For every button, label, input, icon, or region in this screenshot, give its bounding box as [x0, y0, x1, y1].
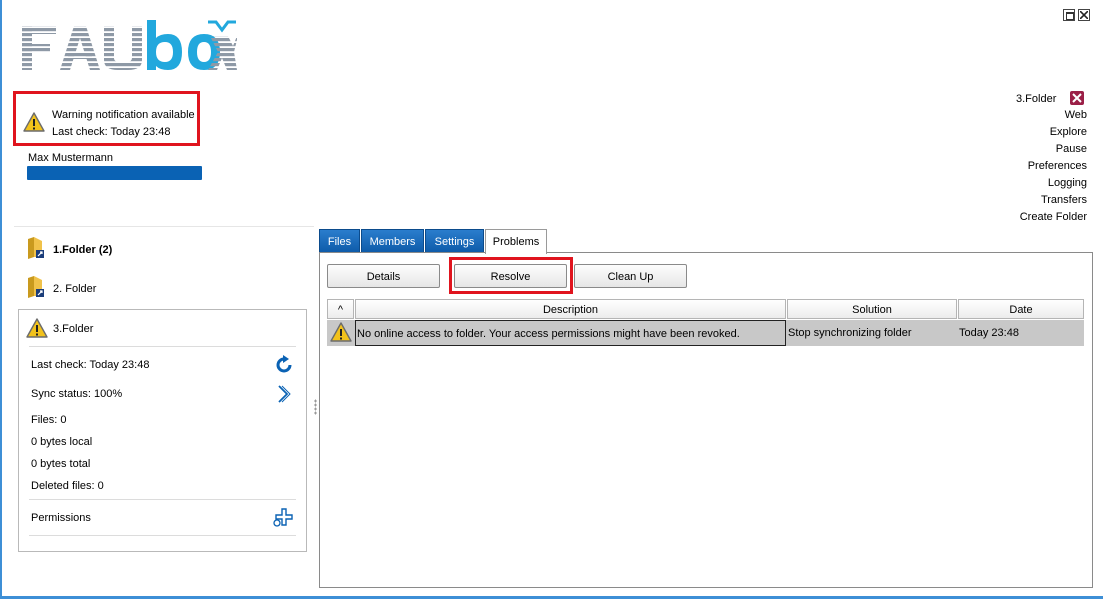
chevron-right-icon[interactable] [277, 385, 291, 403]
menu-item-explore[interactable]: Explore [1050, 126, 1087, 138]
column-header-description[interactable]: Description [355, 299, 786, 319]
tab-problems[interactable]: Problems [485, 229, 547, 254]
problem-description-cell[interactable]: No online access to folder. Your access … [355, 320, 786, 346]
tab-settings[interactable]: Settings [425, 229, 484, 253]
window-frame-left [0, 0, 2, 599]
bytes-local-label: 0 bytes local [31, 436, 93, 448]
last-check-label: Last check: Today 23:48 [31, 359, 150, 371]
warning-icon [26, 318, 48, 338]
folder-name: 2. Folder [53, 283, 97, 295]
folder-item-3-name[interactable]: 3.Folder [53, 323, 93, 335]
close-window-button[interactable] [1078, 9, 1090, 21]
folder-item-1[interactable]: 1.Folder (2) [24, 237, 304, 263]
menu-item-logging[interactable]: Logging [1048, 177, 1087, 189]
close-icon [1072, 93, 1082, 103]
divider [29, 499, 296, 500]
tab-files[interactable]: Files [319, 229, 360, 253]
warning-icon [23, 112, 45, 132]
menu-item-transfers[interactable]: Transfers [1041, 194, 1087, 206]
divider [29, 346, 296, 347]
maximize-button[interactable] [1063, 9, 1075, 21]
column-header-solution[interactable]: Solution [787, 299, 957, 319]
close-icon [1080, 11, 1088, 19]
add-permission-icon[interactable] [273, 508, 295, 528]
refresh-icon[interactable] [274, 355, 294, 375]
bytes-total-label: 0 bytes total [31, 458, 91, 470]
folder-icon [28, 276, 44, 298]
folder-item-2[interactable]: 2. Folder [24, 276, 304, 302]
tab-members[interactable]: Members [361, 229, 424, 253]
deselect-folder-button[interactable] [1070, 91, 1084, 105]
sync-status-label: Sync status: 100% [31, 388, 123, 400]
user-name: Max Mustermann [28, 152, 113, 164]
folder-name: 1.Folder (2) [53, 244, 113, 256]
files-count-label: Files: 0 [31, 414, 67, 426]
faubox-logo [22, 18, 237, 75]
notification-last-check: Last check: Today 23:48 [52, 126, 171, 138]
divider [29, 535, 296, 536]
resolve-button[interactable]: Resolve [454, 264, 567, 288]
menu-item-preferences[interactable]: Preferences [1028, 160, 1087, 172]
deleted-files-label: Deleted files: 0 [31, 480, 104, 492]
menu-item-web[interactable]: Web [1065, 109, 1087, 121]
clean-up-button[interactable]: Clean Up [574, 264, 687, 288]
problem-solution-cell[interactable]: Stop synchronizing folder [788, 320, 956, 346]
problem-date-cell[interactable]: Today 23:48 [959, 320, 1083, 346]
permissions-label: Permissions [31, 512, 91, 524]
menu-item-create-folder[interactable]: Create Folder [1020, 211, 1087, 223]
column-header-date[interactable]: Date [958, 299, 1084, 319]
user-quota-bar [27, 166, 202, 180]
folder-icon [28, 237, 44, 259]
warning-icon [330, 322, 352, 342]
selected-folder-label: 3.Folder [1016, 93, 1057, 105]
menu-item-pause[interactable]: Pause [1056, 143, 1087, 155]
section-divider [14, 226, 314, 227]
sort-toggle-column[interactable]: ^ [327, 299, 354, 319]
splitter-handle[interactable] [314, 399, 317, 415]
details-button[interactable]: Details [327, 264, 440, 288]
notification-message: Warning notification available [52, 109, 195, 121]
